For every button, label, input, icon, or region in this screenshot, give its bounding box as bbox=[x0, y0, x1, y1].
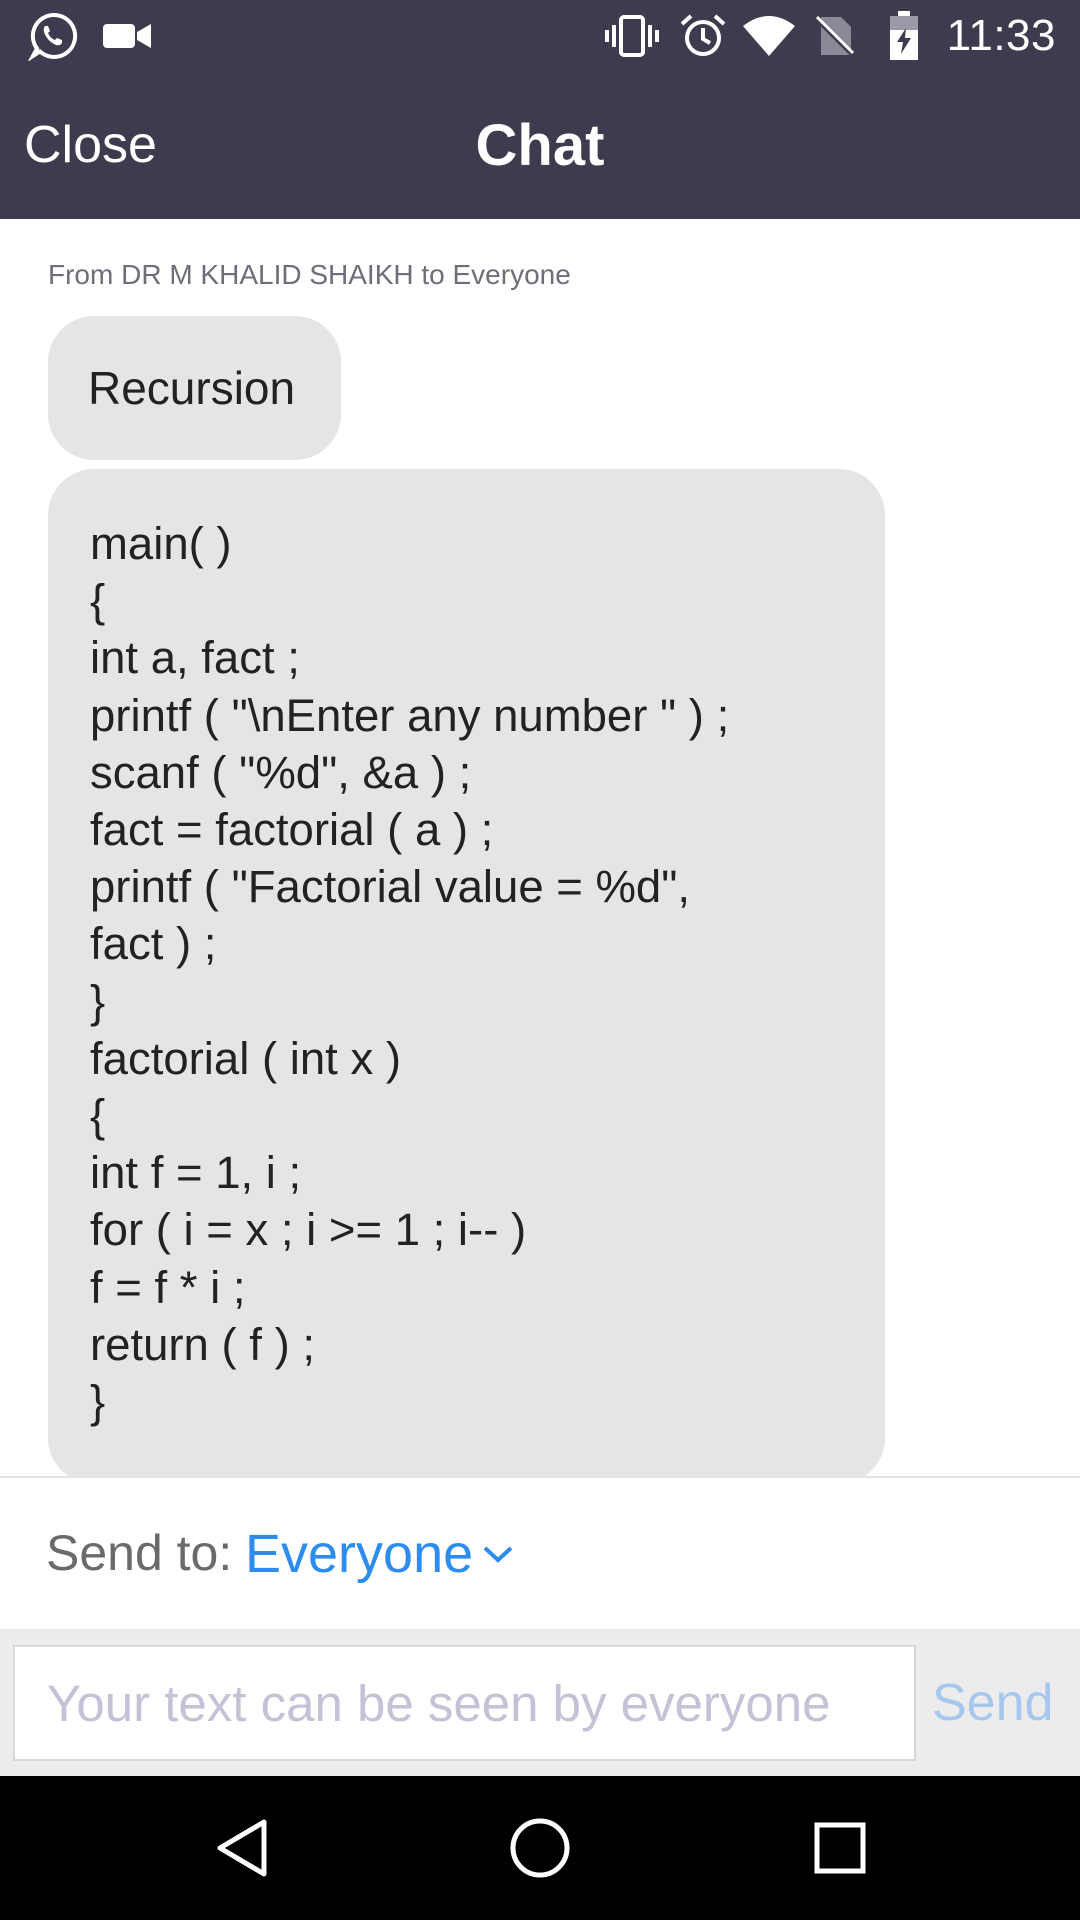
chevron-down-icon bbox=[481, 1543, 515, 1570]
alarm-icon bbox=[678, 0, 728, 72]
send-to-row: Send to: Everyone bbox=[0, 1478, 1080, 1629]
message-sender-line: From DR M KHALID SHAIKH to Everyone bbox=[48, 259, 571, 290]
status-bar: 11:33 bbox=[0, 0, 1080, 72]
recipient-dropdown[interactable]: Everyone bbox=[245, 1478, 515, 1629]
vibrate-icon bbox=[604, 0, 660, 72]
close-button[interactable]: Close bbox=[24, 72, 157, 219]
no-sim-icon bbox=[810, 0, 860, 72]
recipient-value: Everyone bbox=[245, 1523, 474, 1584]
home-icon[interactable] bbox=[460, 1776, 620, 1920]
chat-header: Close Chat bbox=[0, 72, 1080, 219]
message-bubble[interactable]: main( ) { int a, fact ; printf ( "\nEnte… bbox=[48, 469, 885, 1484]
composer-bar: Send bbox=[0, 1629, 1080, 1776]
status-clock: 11:33 bbox=[946, 11, 1056, 60]
whatsapp-icon bbox=[26, 0, 80, 72]
message-bubble[interactable]: Recursion bbox=[48, 316, 341, 460]
page-title: Chat bbox=[475, 113, 605, 178]
send-to-label: Send to: bbox=[46, 1525, 233, 1581]
back-icon[interactable] bbox=[162, 1776, 322, 1920]
message-input[interactable] bbox=[13, 1645, 916, 1761]
system-nav-bar bbox=[0, 1776, 1080, 1920]
send-button[interactable]: Send bbox=[932, 1645, 1053, 1761]
video-camera-icon bbox=[100, 0, 154, 72]
battery-charging-icon bbox=[882, 0, 926, 72]
recents-icon[interactable] bbox=[760, 1776, 920, 1920]
wifi-icon bbox=[741, 0, 797, 72]
chat-message-list[interactable]: From DR M KHALID SHAIKH to Everyone Recu… bbox=[0, 219, 1080, 1484]
